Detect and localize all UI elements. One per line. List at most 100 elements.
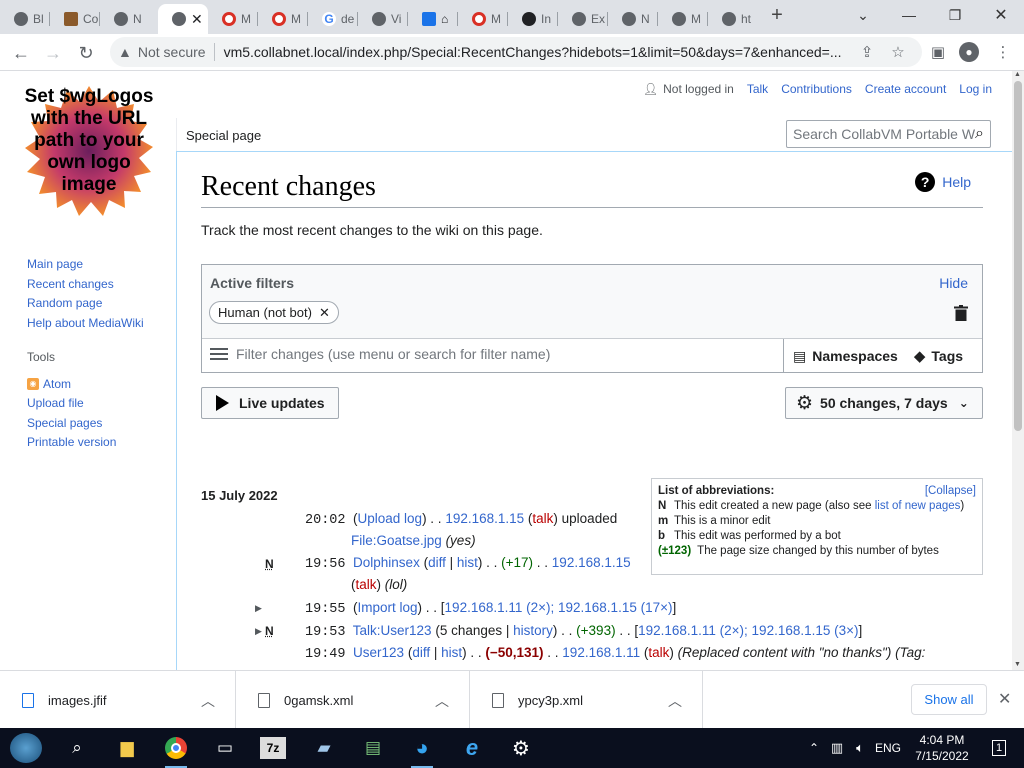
browser-tab[interactable]: Bl (0, 4, 50, 34)
browser-tab[interactable]: N (100, 4, 150, 34)
browser-tab-active[interactable]: ✕ (158, 4, 208, 34)
filter-chip[interactable]: Human (not bot) ✕ (209, 301, 339, 324)
hist-link[interactable]: hist (441, 645, 462, 660)
namespaces-button[interactable]: ▤ Namespaces (793, 348, 898, 365)
volume-icon[interactable]: 🔈︎ (845, 733, 875, 763)
talk-link[interactable]: Talk (747, 82, 768, 96)
settings-icon[interactable]: ⚙ (506, 733, 536, 763)
contributions-link[interactable]: Contributions (781, 82, 852, 96)
page-link[interactable]: Talk:User123 (353, 623, 432, 638)
chevron-up-icon[interactable]: ︿ (435, 691, 449, 711)
show-all-downloads-button[interactable]: Show all (911, 684, 987, 715)
chrome-icon[interactable] (161, 733, 191, 768)
users-list[interactable]: 192.168.1.11 (2×); 192.168.1.15 (3×) (638, 623, 858, 638)
user-link[interactable]: 192.168.1.15 (552, 555, 631, 570)
search-icon[interactable]: ⌕ (975, 125, 984, 143)
url-text[interactable]: vm5.collabnet.local/index.php/Special:Re… (224, 44, 842, 60)
results-settings-button[interactable]: ⚙ 50 changes, 7 days ⌄ (785, 387, 983, 419)
import-log-link[interactable]: Import log (358, 600, 418, 615)
menu-icon[interactable] (210, 348, 228, 360)
menu-icon[interactable]: ⋮ (993, 42, 1013, 62)
users-list[interactable]: 192.168.1.11 (2×); 192.168.1.15 (17×) (445, 600, 673, 615)
user-talk-link[interactable]: talk (356, 577, 377, 592)
clock[interactable]: 4:04 PM 7/15/2022 (912, 732, 972, 764)
file-link[interactable]: File:Goatse.jpg (351, 533, 442, 548)
chevron-up-icon[interactable]: ︿ (668, 691, 682, 711)
close-icon[interactable]: ✕ (191, 11, 203, 28)
not-secure-label[interactable]: Not secure (138, 44, 206, 60)
create-account-link[interactable]: Create account (865, 82, 946, 96)
notepad-plus-icon[interactable]: ▤ (358, 733, 388, 763)
browser-tab[interactable]: ht (708, 4, 758, 34)
share-icon[interactable]: ⇪ (857, 42, 877, 62)
user-talk-link[interactable]: talk (648, 645, 669, 660)
file-explorer-icon[interactable]: ▆ (112, 733, 142, 763)
browser-tab[interactable]: M (658, 4, 708, 34)
sidebar-item-printable-version[interactable]: Printable version (27, 433, 116, 453)
sidebar-item-special-pages[interactable]: Special pages (27, 413, 116, 433)
internet-explorer-icon[interactable]: e (457, 733, 487, 763)
bookmark-star-icon[interactable]: ☆ (888, 42, 908, 62)
remove-filter-icon[interactable]: ✕ (319, 305, 330, 321)
browser-tab[interactable]: Co (50, 4, 100, 34)
minimize-button[interactable]: — (889, 4, 929, 26)
back-button[interactable]: ← (8, 40, 34, 66)
collapse-link[interactable]: [Collapse] (925, 485, 976, 497)
live-updates-button[interactable]: Live updates (201, 387, 339, 419)
upload-log-link[interactable]: Upload log (358, 511, 423, 526)
page-link[interactable]: User123 (353, 645, 404, 660)
7zip-icon[interactable]: 7z (260, 737, 286, 759)
terminal-icon[interactable]: ▭ (210, 733, 240, 763)
sidebar-item-main-page[interactable]: Main page (27, 257, 144, 277)
tab-search-button[interactable]: ⌄ (843, 4, 883, 26)
browser-tab[interactable]: ⌂ (408, 4, 458, 34)
tab-special-page[interactable]: Special page (176, 118, 271, 151)
new-tab-button[interactable]: + (757, 4, 797, 26)
page-scrollbar[interactable]: ▲ ▼ (1012, 71, 1024, 670)
download-item[interactable]: images.jfif ︿ (0, 671, 236, 729)
browser-tab[interactable]: Vi (358, 4, 408, 34)
browser-tab[interactable]: M (458, 4, 508, 34)
site-logo[interactable]: Set $wgLogos with the URL path to your o… (20, 83, 158, 221)
language-indicator[interactable]: ENG (873, 733, 903, 763)
browser-tab[interactable]: M (258, 4, 308, 34)
login-link[interactable]: Log in (959, 82, 992, 96)
side-panel-icon[interactable]: ▣ (928, 42, 948, 62)
download-item[interactable]: ypcy3p.xml ︿ (470, 671, 703, 729)
browser-tab[interactable]: N (608, 4, 658, 34)
trash-icon[interactable] (954, 305, 968, 321)
sidebar-item-recent-changes[interactable]: Recent changes (27, 277, 144, 297)
chevron-up-icon[interactable]: ︿ (201, 691, 215, 711)
user-link[interactable]: 192.168.1.11 (562, 645, 640, 660)
scroll-up-icon[interactable]: ▲ (1014, 71, 1021, 78)
search-icon[interactable]: ⌕ (62, 733, 92, 763)
forward-button[interactable]: → (40, 40, 66, 66)
filter-search-input[interactable]: Filter changes (use menu or search for f… (210, 346, 550, 362)
notifications-icon[interactable]: 1 (984, 733, 1014, 763)
address-bar[interactable]: ▲ Not secure vm5.collabnet.local/index.p… (110, 37, 922, 67)
maximize-button[interactable]: ❐ (935, 4, 975, 26)
download-item[interactable]: 0gamsk.xml ︿ (236, 671, 470, 729)
hide-filters-link[interactable]: Hide (939, 275, 968, 291)
scroll-down-icon[interactable]: ▼ (1014, 661, 1021, 668)
sidebar-item-upload-file[interactable]: Upload file (27, 394, 116, 414)
browser-tab[interactable]: In (508, 4, 558, 34)
browser-tab[interactable]: Gde (308, 4, 358, 34)
notepad-icon[interactable]: ▰ (309, 733, 339, 763)
history-link[interactable]: history (513, 623, 553, 638)
sidebar-item-help[interactable]: Help about MediaWiki (27, 316, 144, 336)
profile-icon[interactable]: ● (959, 42, 979, 62)
hist-link[interactable]: hist (457, 555, 478, 570)
page-link[interactable]: Dolphinsex (353, 555, 420, 570)
browser-tab[interactable]: M (208, 4, 258, 34)
reload-button[interactable]: ↻ (73, 40, 99, 66)
edge-icon[interactable]: ◕ (407, 733, 437, 768)
diff-link[interactable]: diff (428, 555, 446, 570)
user-talk-link[interactable]: talk (532, 511, 553, 526)
diff-link[interactable]: diff (412, 645, 430, 660)
expand-arrow-icon[interactable]: ▶ (255, 603, 262, 614)
search-input[interactable]: Search CollabVM Portable W ⌕ (786, 120, 991, 148)
close-downloads-icon[interactable]: ✕ (998, 689, 1011, 709)
expand-arrow-icon[interactable]: ▶ (255, 626, 262, 637)
scrollbar-thumb[interactable] (1014, 81, 1022, 431)
